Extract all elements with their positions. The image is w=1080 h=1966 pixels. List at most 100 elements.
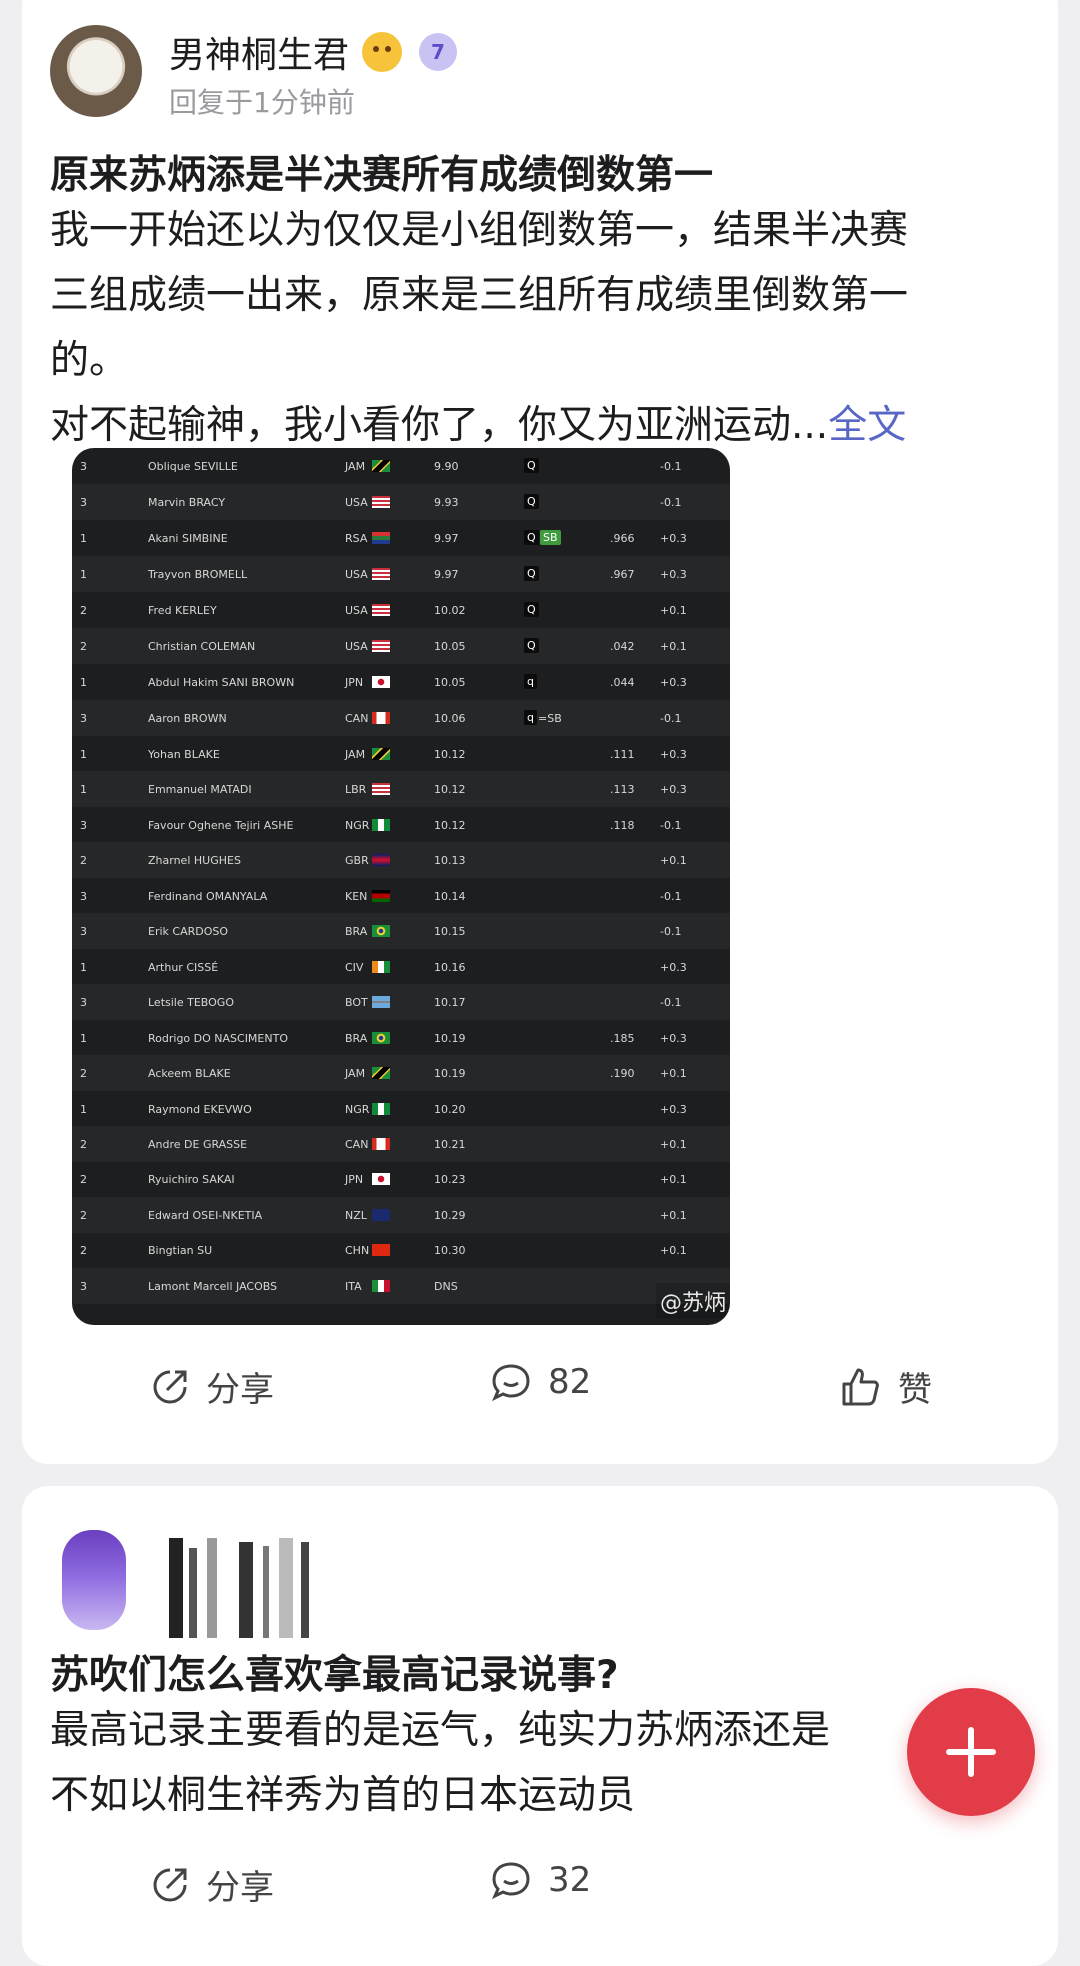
share-button[interactable]: 分享 <box>150 1362 274 1411</box>
comment-icon <box>492 1862 530 1900</box>
wind-cell: -0.1 <box>660 460 682 473</box>
comment-icon <box>492 1364 530 1402</box>
results-screenshot-image[interactable]: 3 Oblique SEVILLE JAM 9.90 Q -0.1 3 Marvin BRAC… <box>72 448 730 1325</box>
heat-cell: 2 <box>80 1173 87 1187</box>
wind-cell: +0.3 <box>660 783 687 797</box>
flag-icon <box>372 818 390 831</box>
table-row: 3 Oblique SEVILLE JAM 9.90 Q -0.1 <box>72 448 730 484</box>
comment-count: 82 <box>548 1362 592 1402</box>
athlete-name-cell: Fred KERLEY <box>148 604 217 617</box>
athlete-name-cell: Trayvon BROMELL <box>148 568 248 581</box>
wind-cell: +0.3 <box>660 532 687 545</box>
nation-cell: CAN <box>345 712 369 725</box>
post-card[interactable]: 男神桐生君 7 回复于1分钟前 原来苏炳添是半决赛所有成绩倒数第一 我一开始还以… <box>22 0 1058 1464</box>
like-button[interactable]: 赞 <box>840 1362 932 1411</box>
wind-cell: +0.1 <box>660 1137 687 1151</box>
heat-cell: 1 <box>80 748 87 761</box>
comment-button[interactable]: 82 <box>490 1362 591 1402</box>
time-cell: 10.20 <box>434 1102 466 1116</box>
time-cell: 10.02 <box>434 604 466 617</box>
table-row: 1 Emmanuel MATADI LBR 10.12 .113 +0.3 <box>72 771 730 808</box>
table-row: 3 Ferdinand OMANYALA KEN 10.14 -0.1 <box>72 878 730 914</box>
author-avatar[interactable] <box>62 1530 126 1630</box>
time-cell: 10.30 <box>434 1244 466 1258</box>
post-card-2[interactable]: 苏吹们怎么喜欢拿最高记录说事? 最高记录主要看的是运气，纯实力苏炳添还是 不如以… <box>22 1486 1058 1966</box>
flag-icon <box>372 676 390 688</box>
table-row: 1 Rodrigo DO NASCIMENTO BRA 10.19 .185 +0.3 <box>72 1020 730 1056</box>
full-text-link[interactable]: 全文 <box>828 403 906 448</box>
nation-cell: LBR <box>345 783 367 797</box>
nation-cell: BRA <box>345 925 368 939</box>
heat-cell: 1 <box>80 783 87 797</box>
share-button[interactable]: 分享 <box>150 1860 274 1909</box>
time-cell: 10.12 <box>434 783 466 797</box>
table-row: 1 Arthur CISSÉ CIV 10.16 +0.3 <box>72 949 730 985</box>
nation-cell: ITA <box>345 1279 362 1293</box>
body-line: 的。 <box>50 338 129 383</box>
flag-icon <box>372 1279 390 1292</box>
table-row: 3 Marvin BRACY USA 9.93 Q -0.1 <box>72 484 730 520</box>
compose-fab-button[interactable] <box>907 1688 1035 1816</box>
qualifier-badge: Q <box>524 458 539 473</box>
author-avatar[interactable] <box>50 25 142 117</box>
heat-cell: 3 <box>80 925 87 939</box>
table-row: 2 Andre DE GRASSE CAN 10.21 +0.1 <box>72 1125 730 1162</box>
reaction-time-cell: .044 <box>610 676 635 689</box>
athlete-name-cell: Ferdinand OMANYALA <box>148 889 268 903</box>
athlete-name-cell: Erik CARDOSO <box>148 925 229 939</box>
comment-button[interactable]: 32 <box>490 1860 591 1900</box>
qualifier-badge: q <box>524 674 537 689</box>
flag-icon <box>372 748 390 760</box>
heat-cell: 1 <box>80 960 87 974</box>
time-cell: 9.97 <box>434 568 459 581</box>
wind-cell: -0.1 <box>660 818 682 832</box>
athlete-name-cell: Aaron BROWN <box>148 712 227 725</box>
heat-cell: 3 <box>80 460 87 473</box>
qualifier-badge: Q <box>524 494 539 509</box>
flag-icon <box>372 1031 390 1044</box>
author-name[interactable]: 男神桐生君 <box>169 26 349 78</box>
athlete-name-cell: Akani SIMBINE <box>148 532 228 545</box>
heat-cell: 2 <box>80 640 87 653</box>
wind-cell: +0.1 <box>660 1067 687 1081</box>
table-row: 2 Fred KERLEY USA 10.02 Q +0.1 <box>72 592 730 628</box>
wind-cell: +0.3 <box>660 1102 687 1116</box>
table-row: 3 Erik CARDOSO BRA 10.15 -0.1 <box>72 913 730 950</box>
table-row: 2 Ryuichiro SAKAI JPN 10.23 +0.1 <box>72 1161 730 1197</box>
heat-cell: 3 <box>80 712 87 725</box>
athlete-name-cell: Letsile TEBOGO <box>148 996 234 1010</box>
heat-cell: 3 <box>80 889 87 903</box>
wind-cell: +0.3 <box>660 748 687 761</box>
table-row: 2 Bingtian SU CHN 10.30 +0.1 <box>72 1232 730 1268</box>
nation-cell: JAM <box>345 748 366 761</box>
flag-icon <box>372 496 390 508</box>
wind-cell: -0.1 <box>660 712 682 725</box>
table-row: 3 Lamont Marcell JACOBS ITA DNS <box>72 1267 730 1304</box>
qualifier-badge: q <box>524 710 537 725</box>
time-cell: 10.05 <box>434 676 466 689</box>
heat-cell: 2 <box>80 1208 87 1222</box>
time-cell: 10.14 <box>434 889 466 903</box>
athlete-name-cell: Ackeem BLAKE <box>148 1067 231 1081</box>
table-row: 1 Akani SIMBINE RSA 9.97 Q SB .966 +0.3 <box>72 520 730 556</box>
wind-cell: -0.1 <box>660 925 682 939</box>
nation-cell: USA <box>345 604 368 617</box>
share-label: 分享 <box>206 1868 274 1908</box>
qualifier-badge: Q <box>524 566 539 581</box>
watermark-text: @苏炳 <box>659 1291 726 1316</box>
level-badge: 7 <box>419 33 457 71</box>
time-cell: 10.15 <box>434 925 466 939</box>
plus-icon <box>946 1727 996 1777</box>
table-row: 2 Ackeem BLAKE JAM 10.19 .190 +0.1 <box>72 1055 730 1092</box>
nation-cell: CAN <box>345 1137 369 1151</box>
body-line-text: 对不起输神，我小看你了，你又为亚洲运动... <box>50 403 829 448</box>
flag-icon <box>372 712 390 724</box>
flag-icon <box>372 960 390 973</box>
athlete-name-cell: Bingtian SU <box>148 1244 213 1258</box>
flag-icon <box>372 568 390 580</box>
nation-cell: BRA <box>345 1031 368 1045</box>
body-line: 三组成绩一出来，原来是三组所有成绩里倒数第一 <box>50 273 909 318</box>
athlete-name-cell: Marvin BRACY <box>148 496 226 509</box>
wind-cell: +0.3 <box>660 676 687 689</box>
athlete-name-cell: Lamont Marcell JACOBS <box>148 1279 278 1293</box>
